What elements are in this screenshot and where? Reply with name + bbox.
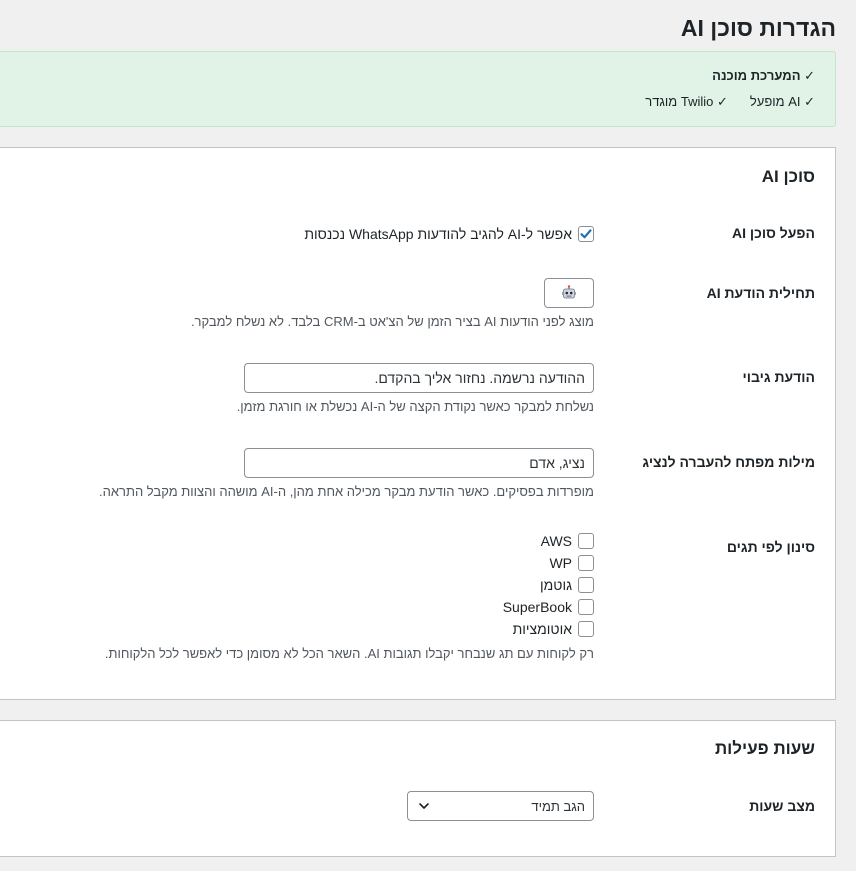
enable-agent-label: הפעל סוכן AI bbox=[732, 225, 815, 241]
section-title: סוכן AI bbox=[761, 167, 815, 186]
tag-filter-options: AWS WP גוטמן SuperBook אוטומציות bbox=[503, 530, 594, 640]
ai-enabled-status: ✓ AI מופעל bbox=[749, 94, 815, 109]
tag-checkbox-automations[interactable] bbox=[578, 621, 594, 637]
tag-checkbox-wp[interactable] bbox=[578, 555, 594, 571]
tag-option[interactable]: SuperBook bbox=[503, 596, 594, 618]
checkmark-icon bbox=[580, 229, 592, 239]
fallback-message-input[interactable]: ההודעה נרשמה. נחזור אליך בהקדם. bbox=[244, 363, 594, 393]
tag-checkbox-aws[interactable] bbox=[578, 533, 594, 549]
message-prefix-label: תחילית הודעת AI bbox=[706, 285, 815, 301]
hours-mode-field: הגב תמיד bbox=[407, 791, 594, 821]
message-prefix-field bbox=[544, 278, 594, 308]
tag-option-label: AWS bbox=[540, 533, 572, 549]
status-items: ✓ AI מופעל ✓ Twilio מוגדר bbox=[645, 94, 815, 110]
enable-agent-field: אפשר ל-AI להגיב להודעות WhatsApp נכנסות bbox=[304, 223, 594, 245]
tag-option-label: WP bbox=[549, 555, 572, 571]
hours-mode-label: מצב שעות bbox=[749, 798, 815, 814]
tag-checkbox-gutman[interactable] bbox=[578, 577, 594, 593]
system-ready-status: ✓ המערכת מוכנה bbox=[712, 68, 815, 83]
message-prefix-input[interactable] bbox=[544, 278, 594, 308]
handoff-keywords-label: מילות מפתח להעברה לנציג bbox=[642, 454, 815, 470]
tag-option[interactable]: AWS bbox=[503, 530, 594, 552]
twilio-configured-status: ✓ Twilio מוגדר bbox=[645, 94, 728, 109]
fallback-message-description: נשלחת למבקר כאשר נקודת הקצה של ה-AI נכשל… bbox=[236, 399, 594, 414]
section-title: שעות פעילות bbox=[714, 739, 815, 758]
chevron-down-icon bbox=[419, 803, 429, 809]
tag-option-label: אוטומציות bbox=[512, 621, 572, 637]
fallback-message-field: ההודעה נרשמה. נחזור אליך בהקדם. bbox=[244, 363, 594, 393]
operating-hours-card: שעות פעילות מצב שעות הגב תמיד bbox=[0, 720, 836, 857]
tag-option-label: SuperBook bbox=[502, 599, 572, 615]
enable-agent-checkbox[interactable] bbox=[578, 226, 594, 242]
tag-checkbox-superbook[interactable] bbox=[578, 599, 594, 615]
fallback-message-label: הודעת גיבוי bbox=[742, 369, 816, 385]
hours-mode-select[interactable]: הגב תמיד bbox=[407, 791, 594, 821]
tag-option[interactable]: גוטמן bbox=[503, 574, 594, 596]
ai-agent-card: סוכן AI הפעל סוכן AI אפשר ל-AI להגיב להו… bbox=[0, 147, 836, 700]
tag-option[interactable]: אוטומציות bbox=[503, 618, 594, 640]
hours-mode-value: הגב תמיד bbox=[531, 798, 585, 814]
robot-icon bbox=[562, 285, 576, 299]
handoff-keywords-input[interactable]: נציג, אדם bbox=[244, 448, 594, 478]
page-title: הגדרות סוכן AI bbox=[680, 15, 836, 41]
message-prefix-description: מוצג לפני הודעות AI בציר הזמן של הצ'אט ב… bbox=[190, 314, 594, 329]
handoff-keywords-field: נציג, אדם bbox=[244, 448, 594, 478]
tag-option-label: גוטמן bbox=[540, 577, 572, 593]
tag-filter-description: רק לקוחות עם תג שנבחר יקבלו תגובות AI. ה… bbox=[104, 646, 594, 661]
tag-option[interactable]: WP bbox=[503, 552, 594, 574]
enable-agent-checkbox-row[interactable]: אפשר ל-AI להגיב להודעות WhatsApp נכנסות bbox=[304, 223, 594, 245]
status-notice: ✓ המערכת מוכנה ✓ AI מופעל ✓ Twilio מוגדר bbox=[0, 51, 836, 127]
tag-filter-label: סינון לפי תגים bbox=[726, 539, 815, 555]
handoff-keywords-description: מופרדות בפסיקים. כאשר הודעת מבקר מכילה א… bbox=[99, 484, 594, 499]
enable-agent-checkbox-label: אפשר ל-AI להגיב להודעות WhatsApp נכנסות bbox=[304, 226, 572, 242]
